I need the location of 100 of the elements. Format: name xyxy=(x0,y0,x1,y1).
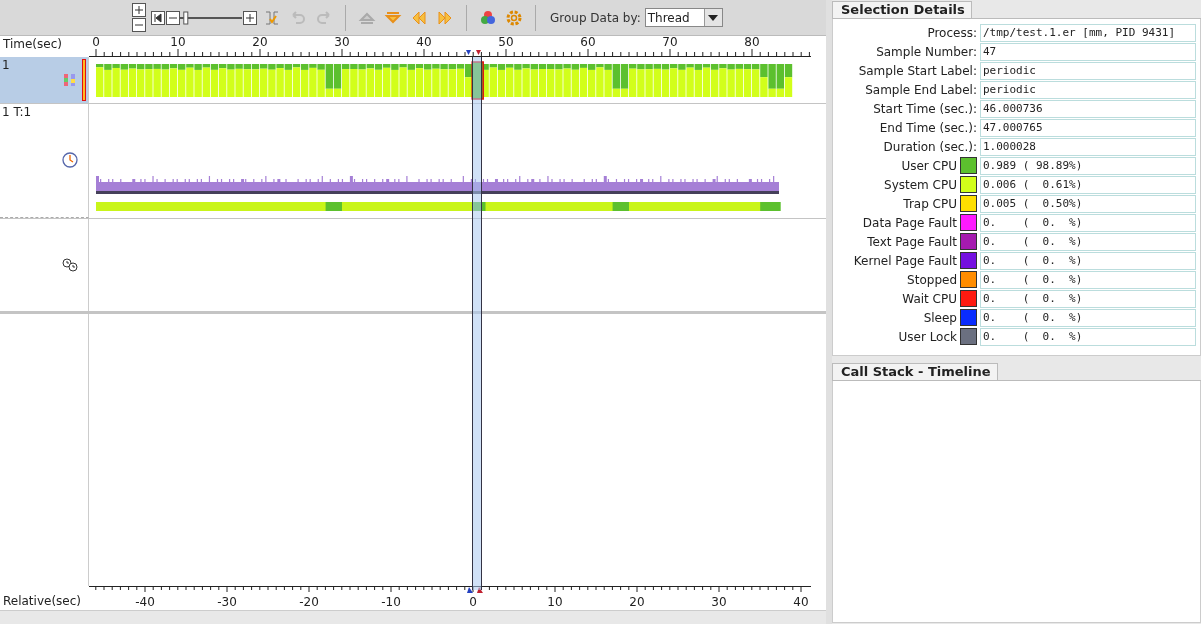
metric-label: System CPU xyxy=(883,177,958,192)
metric-value: 0. ( 0. %) xyxy=(980,270,1196,289)
field-value: periodic xyxy=(980,80,1196,99)
field-value: /tmp/test.1.er [mm, PID 9431] xyxy=(980,23,1196,42)
sample-bar xyxy=(538,64,547,97)
sample-bar xyxy=(497,64,506,97)
axis-label: 60 xyxy=(580,36,596,49)
sample-bar xyxy=(579,64,588,97)
zoom-in-button[interactable] xyxy=(131,2,146,18)
field-value: 1.000028 xyxy=(980,137,1196,156)
axis-label: -40 xyxy=(135,595,155,609)
minus-icon xyxy=(131,18,146,32)
field-label: End Time (sec.): xyxy=(878,120,978,135)
metric-value: 0.005 ( 0.50%) xyxy=(980,194,1196,213)
redo-icon xyxy=(315,8,333,27)
zoom-in-button[interactable] xyxy=(242,10,257,25)
metric-value: 0.989 ( 98.89%) xyxy=(980,156,1196,175)
axis-label: -10 xyxy=(381,595,401,609)
end-marker[interactable] xyxy=(476,50,481,55)
axis-title: Time(sec) xyxy=(2,36,63,53)
horizontal-scrollbar[interactable] xyxy=(0,610,826,624)
metric-label: User Lock xyxy=(897,329,958,344)
metric-value: 0. ( 0. %) xyxy=(980,213,1196,232)
axis-label: -20 xyxy=(299,595,319,609)
metric-label: Sleep xyxy=(922,310,958,325)
row-header[interactable]: 1 T:1 xyxy=(0,104,89,218)
group-select[interactable]: Thread xyxy=(644,8,723,27)
zoom-out-button[interactable] xyxy=(165,10,180,25)
metric-value: 0. ( 0. %) xyxy=(980,289,1196,308)
sample-bar xyxy=(251,64,260,97)
axis-label: 20 xyxy=(252,36,268,49)
clock-sync-icon xyxy=(62,257,78,273)
axis-label: 80 xyxy=(744,36,760,49)
field-label: Start Time (sec.): xyxy=(872,101,978,116)
sample-bar xyxy=(620,64,629,97)
axis-label: 10 xyxy=(170,36,186,49)
start-marker[interactable] xyxy=(466,50,471,55)
bracket-check-icon xyxy=(263,8,281,27)
selection-details-tab[interactable]: Selection Details xyxy=(832,1,972,18)
sample-bar xyxy=(702,64,711,97)
axis-label: 10 xyxy=(547,595,563,609)
field-value: 47.000765 xyxy=(980,118,1196,137)
undo-icon xyxy=(289,8,307,27)
metric-value: 0. ( 0. %) xyxy=(980,308,1196,327)
row-label: 1 T:1 xyxy=(2,105,32,119)
selected-sample-marker xyxy=(82,59,86,101)
settings-icon xyxy=(505,8,523,27)
metric-label: Trap CPU xyxy=(902,196,958,211)
row-label: 1 xyxy=(2,58,10,72)
metric-label: Stopped xyxy=(906,272,958,287)
field-label: Sample Number: xyxy=(875,44,978,59)
metric-value: 0. ( 0. %) xyxy=(980,327,1196,346)
field-label: Duration (sec.): xyxy=(882,139,978,154)
metric-value: 0. ( 0. %) xyxy=(980,251,1196,270)
axis-label: 20 xyxy=(629,595,645,609)
selected-sample[interactable] xyxy=(471,61,484,100)
axis-label: 40 xyxy=(416,36,432,49)
axis-label: -30 xyxy=(217,595,237,609)
clock-icon xyxy=(62,152,78,168)
axis-label: 30 xyxy=(334,36,350,49)
sample-bar xyxy=(169,64,178,97)
minus-icon xyxy=(165,10,180,25)
zoom-out-button[interactable] xyxy=(131,17,146,33)
plus-icon xyxy=(131,3,146,17)
slider-thumb[interactable] xyxy=(183,11,189,24)
row-header[interactable]: 1 xyxy=(0,57,89,103)
axis-label: 50 xyxy=(498,36,514,49)
field-value: periodic xyxy=(980,61,1196,80)
sample-bar xyxy=(333,64,342,97)
axis-label: 40 xyxy=(793,595,809,609)
metric-value: 0. ( 0. %) xyxy=(980,232,1196,251)
sample-bar xyxy=(128,64,137,97)
caret-icon xyxy=(708,14,719,21)
field-label: Sample Start Label: xyxy=(857,63,978,78)
metric-label: Text Page Fault xyxy=(866,234,958,249)
zoom-reset-button[interactable] xyxy=(150,10,165,25)
metric-label: Kernel Page Fault xyxy=(852,253,958,268)
sample-bar xyxy=(415,64,424,97)
end-marker[interactable] xyxy=(477,587,483,593)
axis-label: 0 xyxy=(92,36,100,49)
selection-band[interactable] xyxy=(472,57,482,590)
metric-value: 0.006 ( 0.61%) xyxy=(980,175,1196,194)
axis-label: 70 xyxy=(662,36,678,49)
field-value: 46.000736 xyxy=(980,99,1196,118)
axis-label: 0 xyxy=(469,595,477,609)
metric-label: Wait CPU xyxy=(901,291,958,306)
sample-bar xyxy=(456,64,465,97)
metric-label: Data Page Fault xyxy=(861,215,958,230)
sample-bar xyxy=(210,64,219,97)
sample-bar xyxy=(784,64,793,97)
zoom-slider[interactable] xyxy=(180,10,242,25)
field-value: 47 xyxy=(980,42,1196,61)
plus-icon xyxy=(242,10,257,25)
axis-label: 30 xyxy=(711,595,727,609)
call-stack-tab[interactable]: Call Stack - Timeline xyxy=(832,363,998,380)
sample-bar xyxy=(661,64,670,97)
bar-chart-icon xyxy=(63,73,77,87)
group-data-label: Group Data by: xyxy=(550,10,641,25)
axis-title: Relative(sec) xyxy=(2,593,82,610)
start-marker[interactable] xyxy=(467,587,473,593)
